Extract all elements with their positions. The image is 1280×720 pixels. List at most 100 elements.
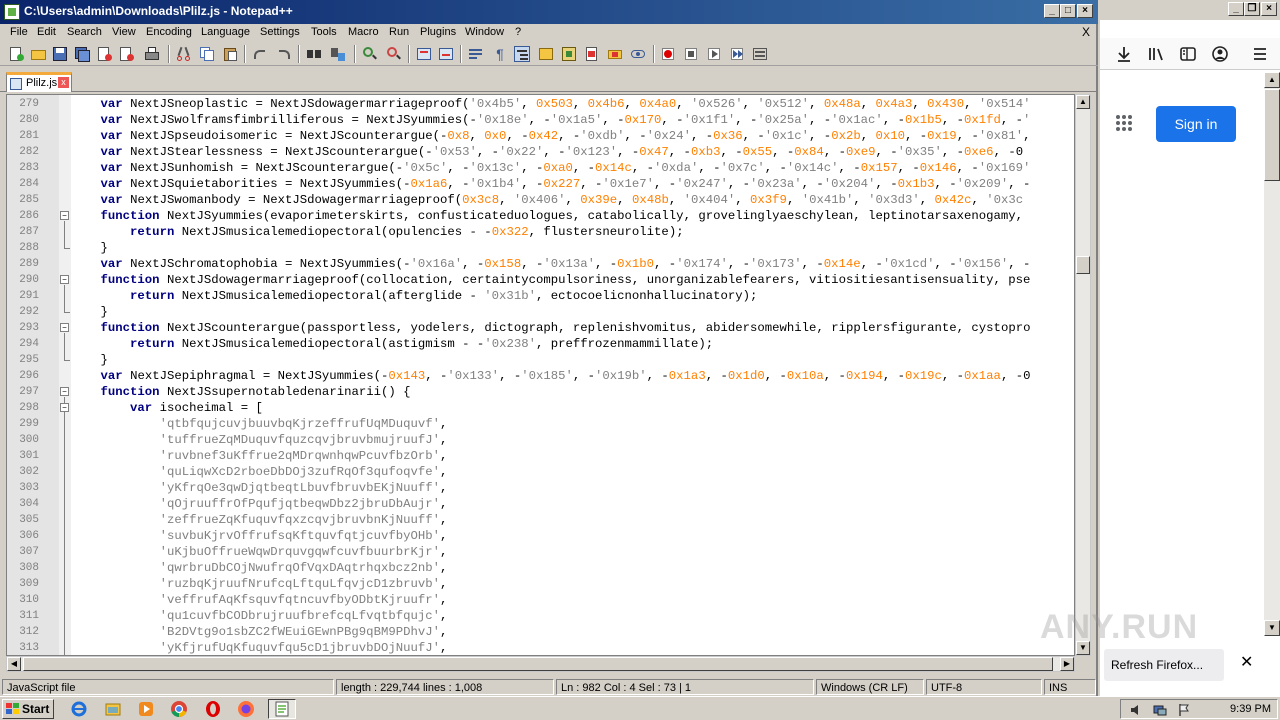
- new-file-icon[interactable]: [8, 46, 24, 62]
- line-number: 292: [19, 306, 39, 318]
- replace-icon[interactable]: [330, 46, 346, 62]
- save-all-icon[interactable]: [74, 46, 90, 62]
- doc-map-icon[interactable]: [561, 46, 577, 62]
- firefox-restore-button[interactable]: ❐: [1244, 2, 1260, 16]
- menu-edit[interactable]: Edit: [37, 26, 56, 38]
- scroll-left-arrow-icon[interactable]: ◀: [7, 657, 21, 671]
- menu-run[interactable]: Run: [389, 26, 409, 38]
- code-line: var NextJSepiphragmal = NextJSyummies(-0…: [100, 369, 1031, 383]
- action-center-flag-icon[interactable]: [1177, 703, 1191, 717]
- sync-horizontal-icon[interactable]: [438, 46, 454, 62]
- menu-macro[interactable]: Macro: [348, 26, 379, 38]
- code-editor[interactable]: 279 280 281 282 283 284 285 286 287 288 289 290 291 2…: [6, 94, 1075, 656]
- scroll-down-arrow-icon[interactable]: ▼: [1264, 620, 1280, 636]
- word-wrap-icon[interactable]: [468, 46, 484, 62]
- firefox-close-button[interactable]: ×: [1261, 2, 1277, 16]
- scroll-up-arrow-icon[interactable]: ▲: [1076, 95, 1090, 109]
- google-apps-grid-icon[interactable]: [1116, 115, 1132, 131]
- menu-plugins[interactable]: Plugins: [420, 26, 456, 38]
- play-macro-icon[interactable]: [706, 46, 722, 62]
- menu-tools[interactable]: Tools: [311, 26, 337, 38]
- downloads-icon[interactable]: [1115, 45, 1133, 63]
- media-player-icon[interactable]: [137, 700, 155, 718]
- tab-close-icon[interactable]: x: [58, 77, 69, 88]
- fold-toggle-icon[interactable]: −: [60, 403, 69, 412]
- show-all-chars-icon[interactable]: ¶: [492, 46, 508, 62]
- chrome-icon[interactable]: [170, 700, 188, 718]
- sign-in-button[interactable]: Sign in: [1156, 106, 1236, 142]
- firefox-icon[interactable]: [237, 700, 255, 718]
- paste-icon[interactable]: [222, 46, 238, 62]
- folder-workspace-icon[interactable]: [607, 46, 623, 62]
- menu-search[interactable]: Search: [67, 26, 102, 38]
- zoom-out-icon[interactable]: [386, 46, 402, 62]
- volume-icon[interactable]: [1129, 703, 1143, 717]
- fold-toggle-icon[interactable]: −: [60, 275, 69, 284]
- close-all-icon[interactable]: [118, 46, 134, 62]
- monitoring-eye-icon[interactable]: [630, 46, 646, 62]
- maximize-button[interactable]: □: [1060, 4, 1076, 18]
- save-macro-icon[interactable]: [752, 46, 768, 62]
- indent-guide-icon[interactable]: [514, 46, 530, 62]
- start-button[interactable]: Start: [2, 699, 54, 719]
- hamburger-menu-icon[interactable]: [1251, 45, 1269, 63]
- internet-explorer-icon[interactable]: [70, 700, 88, 718]
- library-icon[interactable]: [1147, 45, 1165, 63]
- fold-line: [64, 333, 65, 360]
- opera-icon[interactable]: [204, 700, 222, 718]
- editor-vertical-scrollbar[interactable]: ▲ ▼: [1075, 94, 1091, 656]
- redo-icon[interactable]: [276, 46, 292, 62]
- run-macro-multiple-icon[interactable]: [729, 46, 745, 62]
- sync-vertical-icon[interactable]: [416, 46, 432, 62]
- title-bar[interactable]: C:\Users\admin\Downloads\Plilz.js - Note…: [0, 0, 1098, 24]
- function-list-icon[interactable]: [584, 46, 600, 62]
- scroll-thumb[interactable]: [1264, 89, 1280, 181]
- code-line: 'tuffrueZqMDuquvfquzcqvjbruvbmujruufJ',: [159, 433, 448, 447]
- toolbar-separator: [408, 45, 410, 63]
- fold-toggle-icon[interactable]: −: [60, 211, 69, 220]
- scroll-thumb[interactable]: [1076, 256, 1090, 274]
- save-icon[interactable]: [52, 46, 68, 62]
- tab-plilz-js[interactable]: Plilz.js x: [6, 72, 72, 92]
- menu-window[interactable]: Window: [465, 26, 504, 38]
- minimize-button[interactable]: _: [1044, 4, 1060, 18]
- firefox-title-bar[interactable]: _ ❐ ×: [1100, 0, 1280, 20]
- zoom-in-icon[interactable]: [362, 46, 378, 62]
- stop-macro-icon[interactable]: [683, 46, 699, 62]
- firefox-minimize-button[interactable]: _: [1228, 2, 1244, 16]
- fold-toggle-icon[interactable]: −: [60, 387, 69, 396]
- scroll-thumb[interactable]: [23, 657, 1053, 671]
- notification-close-icon[interactable]: ✕: [1240, 655, 1253, 671]
- close-button[interactable]: ×: [1077, 4, 1093, 18]
- print-icon[interactable]: [144, 46, 160, 62]
- open-file-icon[interactable]: [30, 46, 46, 62]
- file-explorer-icon[interactable]: [104, 700, 122, 718]
- menu-help[interactable]: ?: [515, 26, 521, 38]
- scroll-right-arrow-icon[interactable]: ▶: [1060, 657, 1074, 671]
- undo-icon[interactable]: [252, 46, 268, 62]
- menu-view[interactable]: View: [112, 26, 136, 38]
- notepadpp-taskbar-button[interactable]: [268, 699, 296, 719]
- menu-settings[interactable]: Settings: [260, 26, 300, 38]
- menu-language[interactable]: Language: [201, 26, 250, 38]
- account-icon[interactable]: [1211, 45, 1229, 63]
- find-icon[interactable]: [306, 46, 322, 62]
- menu-file[interactable]: File: [10, 26, 28, 38]
- record-macro-icon[interactable]: [660, 46, 676, 62]
- copy-icon[interactable]: [199, 46, 215, 62]
- refresh-firefox-button[interactable]: Refresh Firefox...: [1104, 649, 1224, 681]
- code-line: var NextJSneoplastic = NextJSdowagermarr…: [100, 97, 1031, 111]
- taskbar-clock[interactable]: 9:39 PM: [1230, 703, 1271, 715]
- sidebar-icon[interactable]: [1179, 45, 1197, 63]
- code-line: function NextJSsupernotabledenarinarii()…: [100, 385, 411, 399]
- editor-horizontal-scrollbar[interactable]: ◀ ▶: [6, 656, 1075, 672]
- close-document-button[interactable]: X: [1082, 25, 1090, 39]
- fold-toggle-icon[interactable]: −: [60, 323, 69, 332]
- firefox-vertical-scrollbar[interactable]: ▲ ▼: [1264, 72, 1280, 636]
- menu-encoding[interactable]: Encoding: [146, 26, 192, 38]
- network-icon[interactable]: [1153, 703, 1167, 717]
- close-file-icon[interactable]: [96, 46, 112, 62]
- user-language-icon[interactable]: [538, 46, 554, 62]
- scroll-up-arrow-icon[interactable]: ▲: [1264, 72, 1280, 88]
- cut-icon[interactable]: [176, 46, 192, 62]
